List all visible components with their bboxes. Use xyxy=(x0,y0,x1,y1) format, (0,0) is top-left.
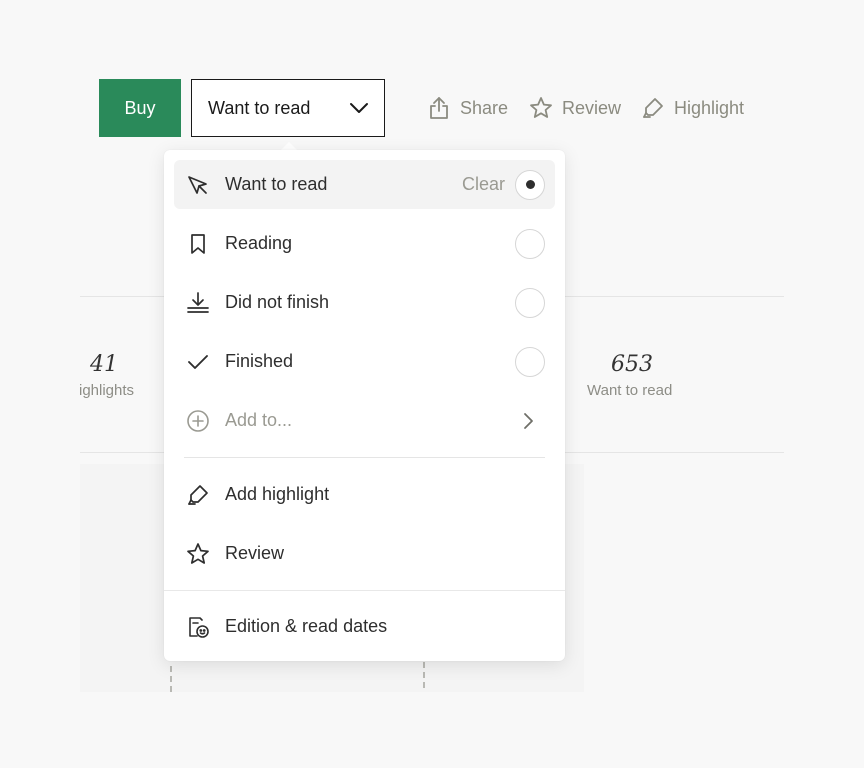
download-tray-icon xyxy=(187,291,209,313)
radio-unselected[interactable] xyxy=(515,346,545,377)
menu-item-label: Reading xyxy=(225,233,293,253)
radio-unselected[interactable] xyxy=(515,287,545,318)
reading-status-menu: Want to read Clear Reading Did not finis… xyxy=(164,150,565,661)
radio-unselected[interactable] xyxy=(515,228,545,259)
menu-item-reading[interactable]: Reading xyxy=(174,219,555,268)
share-icon xyxy=(430,97,448,119)
buy-button[interactable]: Buy xyxy=(99,79,181,137)
menu-item-label: Did not finish xyxy=(225,292,330,312)
menu-item-edition-read-dates[interactable]: Edition & read dates xyxy=(174,602,555,651)
menu-item-did-not-finish[interactable]: Did not finish xyxy=(174,278,555,327)
menu-item-label: Add highlight xyxy=(225,484,330,504)
review-label: Review xyxy=(562,97,622,118)
menu-item-want-to-read[interactable]: Want to read Clear xyxy=(174,160,555,209)
dashed-marker xyxy=(423,662,425,688)
share-button[interactable]: Share xyxy=(427,94,508,122)
menu-item-label: Finished xyxy=(225,351,294,371)
chevron-down-icon xyxy=(350,103,368,113)
want-to-read-label: Want to read xyxy=(587,382,673,399)
review-button[interactable]: Review xyxy=(529,94,621,122)
star-icon xyxy=(187,542,209,564)
highlights-count: 41 xyxy=(90,352,118,377)
star-icon xyxy=(530,97,552,118)
reading-status-label: Want to read xyxy=(208,97,311,118)
dashed-marker xyxy=(170,666,172,692)
reading-status-dropdown[interactable]: Want to read xyxy=(191,79,385,137)
radio-selected[interactable] xyxy=(515,169,545,200)
menu-item-label: Review xyxy=(225,543,285,563)
menu-item-label: Want to read xyxy=(225,174,328,194)
menu-item-label: Edition & read dates xyxy=(225,616,388,636)
highlights-label: ighlights xyxy=(79,382,135,399)
highlighter-icon xyxy=(188,484,208,505)
highlighter-icon xyxy=(643,98,663,118)
highlight-label: Highlight xyxy=(674,97,745,118)
want-to-read-count: 653 xyxy=(611,352,653,377)
pin-icon xyxy=(188,175,207,194)
plus-circle-icon xyxy=(187,409,209,432)
menu-item-add-highlight[interactable]: Add highlight xyxy=(174,470,555,519)
menu-item-label: Add to... xyxy=(225,410,293,430)
menu-divider xyxy=(164,590,565,591)
share-label: Share xyxy=(460,97,509,118)
checkmark-icon xyxy=(188,354,208,369)
edition-icon xyxy=(189,616,209,638)
clear-button[interactable]: Clear xyxy=(462,174,505,195)
chevron-right-icon xyxy=(524,412,533,429)
menu-item-finished[interactable]: Finished xyxy=(174,337,555,386)
menu-item-review[interactable]: Review xyxy=(174,529,555,578)
menu-divider xyxy=(184,457,545,458)
menu-item-add-to[interactable]: Add to... xyxy=(174,396,555,445)
highlight-button[interactable]: Highlight xyxy=(641,94,744,122)
bookmark-icon xyxy=(191,233,205,254)
